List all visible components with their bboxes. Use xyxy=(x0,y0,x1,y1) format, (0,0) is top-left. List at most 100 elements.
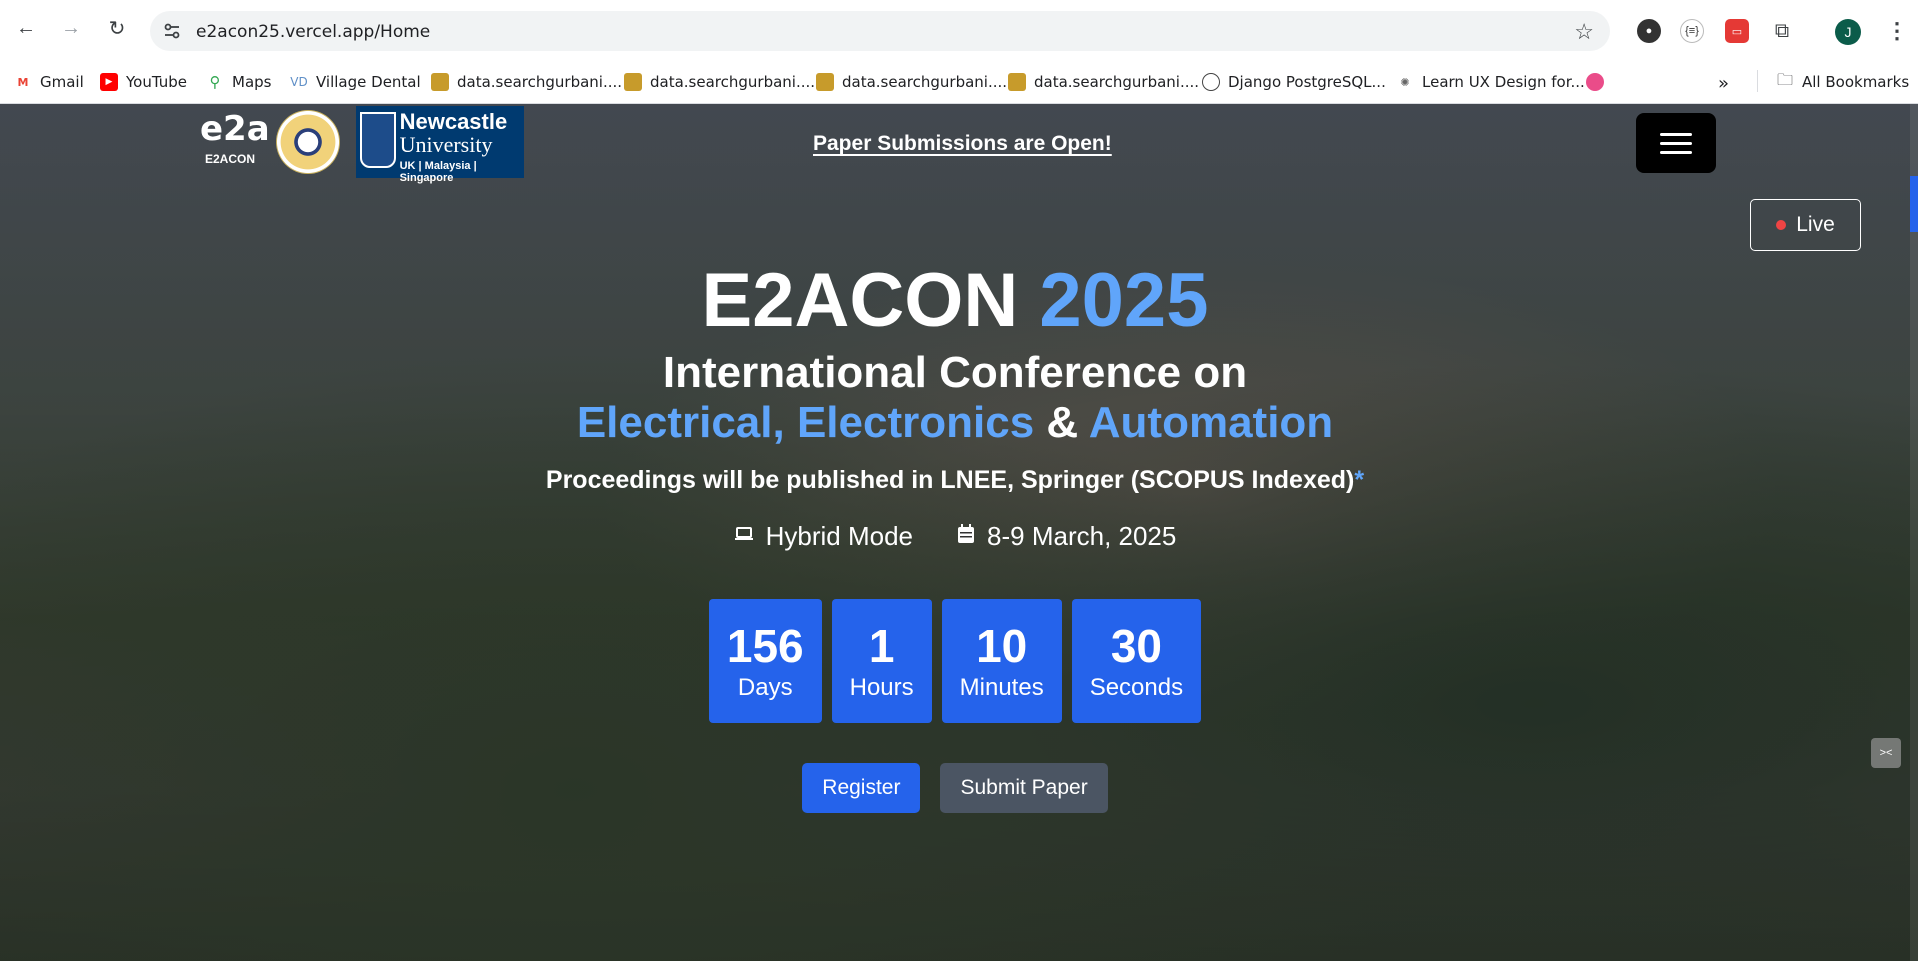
bookmark-django[interactable]: Django PostgreSQL... xyxy=(1202,73,1386,91)
menu-bar-icon xyxy=(1660,132,1692,136)
bookmark-star-icon[interactable]: ☆ xyxy=(1574,19,1594,45)
bookmark-label: data.searchgurbani.... xyxy=(1034,73,1200,91)
bookmark-dribbble[interactable] xyxy=(1586,73,1604,91)
bookmark-label: Village Dental xyxy=(316,73,421,91)
countdown-seconds-label: Seconds xyxy=(1089,674,1184,701)
folder-image-icon xyxy=(431,73,449,91)
floating-widget-icon[interactable]: >< xyxy=(1871,738,1901,768)
countdown-hours-label: Hours xyxy=(849,674,914,701)
e2acon-logo[interactable]: e2a E2ACON xyxy=(200,106,270,178)
forward-icon[interactable]: → xyxy=(59,16,83,40)
folder-image-icon xyxy=(816,73,834,91)
bookmark-searchgurbani-1[interactable]: data.searchgurbani.... xyxy=(431,73,622,91)
subtitle-ampersand: & xyxy=(1046,398,1079,447)
laptop-icon xyxy=(734,526,754,547)
hero-section: E2ACON 2025 International Conference on … xyxy=(0,256,1910,552)
institute-seal-logo xyxy=(276,110,340,174)
bookmark-label: data.searchgurbani.... xyxy=(650,73,816,91)
bookmark-label: Gmail xyxy=(40,73,84,91)
page-title: E2ACON 2025 xyxy=(0,256,1910,346)
bookmark-youtube[interactable]: ▶ YouTube xyxy=(100,73,187,91)
proceedings-note: Proceedings will be published in LNEE, S… xyxy=(0,466,1910,495)
bookmark-searchgurbani-4[interactable]: data.searchgurbani.... xyxy=(1008,73,1199,91)
menu-bar-icon xyxy=(1660,150,1692,154)
proceedings-text: Proceedings will be published in LNEE, S… xyxy=(545,466,1355,494)
ux-icon: ✺ xyxy=(1400,75,1410,89)
back-icon[interactable]: ← xyxy=(14,16,38,40)
calendar-icon xyxy=(957,524,975,549)
bookmark-label: Django PostgreSQL... xyxy=(1228,73,1386,91)
countdown-seconds: 30 Seconds xyxy=(1071,599,1202,723)
bookmarks-bar: M Gmail ▶ YouTube ⚲ Maps VD Village Dent… xyxy=(0,62,1918,104)
countdown-seconds-value: 30 xyxy=(1110,620,1162,672)
all-bookmarks-folder[interactable]: 🗀 All Bookmarks xyxy=(1776,69,1909,92)
hamburger-menu-button[interactable] xyxy=(1636,113,1716,173)
newcastle-locations: UK | Malaysia | Singapore xyxy=(399,160,477,184)
vd-icon: VD xyxy=(290,75,308,89)
title-main: E2ACON xyxy=(701,258,1019,343)
countdown-minutes-label: Minutes xyxy=(959,674,1044,701)
bookmark-label: Maps xyxy=(232,73,272,91)
countdown-minutes: 10 Minutes xyxy=(941,599,1062,723)
site-info-icon[interactable] xyxy=(162,21,182,41)
countdown-days: 156 Days xyxy=(708,599,822,723)
countdown-minutes-value: 10 xyxy=(976,620,1028,672)
proceedings-asterisk: * xyxy=(1354,466,1365,494)
newcastle-name: Newcastle xyxy=(399,109,508,134)
countdown-timer: 156 Days 1 Hours 10 Minutes 30 Seconds xyxy=(0,599,1910,723)
bookmark-searchgurbani-3[interactable]: data.searchgurbani.... xyxy=(816,73,1007,91)
date-text: 8-9 March, 2025 xyxy=(987,521,1177,551)
paper-submissions-link[interactable]: Paper Submissions are Open! xyxy=(813,132,1112,156)
folder-icon: 🗀 xyxy=(1776,69,1793,89)
live-dot-icon xyxy=(1776,220,1787,230)
page-scrollbar[interactable] xyxy=(1910,104,1918,961)
folder-image-icon xyxy=(624,73,642,91)
reload-icon[interactable]: ↻ xyxy=(105,16,129,40)
scrollbar-thumb[interactable] xyxy=(1910,176,1918,232)
maps-pin-icon: ⚲ xyxy=(209,73,221,91)
browser-menu-icon[interactable]: ⋮ xyxy=(1886,18,1908,44)
newcastle-university-logo: Newcastle University UK | Malaysia | Sin… xyxy=(356,106,524,184)
more-bookmarks-icon[interactable]: » xyxy=(1718,73,1729,94)
title-year: 2025 xyxy=(1039,258,1209,343)
bookmark-learn-ux[interactable]: ✺ Learn UX Design for... xyxy=(1396,73,1585,91)
dribbble-icon xyxy=(1586,73,1604,91)
bookmark-village-dental[interactable]: VD Village Dental xyxy=(290,73,421,91)
gmail-icon: M xyxy=(17,75,29,89)
conference-subtitle: International Conference on Electrical, … xyxy=(0,348,1910,448)
bookmark-maps[interactable]: ⚲ Maps xyxy=(206,73,272,91)
register-button[interactable]: Register xyxy=(802,763,921,813)
django-icon xyxy=(1202,73,1220,91)
newcastle-university-word: University xyxy=(399,132,493,157)
extension-json-icon[interactable]: {≡} xyxy=(1680,19,1704,43)
subtitle-electronics: Electronics xyxy=(796,398,1035,447)
newcastle-crest-icon xyxy=(360,112,396,168)
browser-toolbar: ← → ↻ e2acon25.vercel.app/Home ☆ ● {≡} ▭… xyxy=(0,0,1918,62)
bookmark-label: data.searchgurbani.... xyxy=(457,73,623,91)
subtitle-line2: Electrical, Electronics & Automation xyxy=(0,398,1910,448)
subtitle-electrical: Electrical, xyxy=(576,398,785,447)
live-button[interactable]: Live xyxy=(1750,199,1861,251)
profile-avatar[interactable]: J xyxy=(1835,19,1861,45)
countdown-days-value: 156 xyxy=(726,620,804,672)
menu-bar-icon xyxy=(1660,141,1692,145)
submit-paper-button[interactable]: Submit Paper xyxy=(940,763,1108,813)
mode-text: Hybrid Mode xyxy=(765,521,914,551)
extensions-puzzle-icon[interactable]: ⧉ xyxy=(1770,19,1794,43)
bookmark-searchgurbani-2[interactable]: data.searchgurbani.... xyxy=(624,73,815,91)
extension-red-icon[interactable]: ▭ xyxy=(1725,19,1749,43)
countdown-hours: 1 Hours xyxy=(831,599,932,723)
extension-css-icon[interactable]: ● xyxy=(1637,19,1661,43)
address-bar[interactable]: e2acon25.vercel.app/Home ☆ xyxy=(150,11,1610,51)
bookmark-gmail[interactable]: M Gmail xyxy=(14,73,84,91)
subtitle-line1: International Conference on xyxy=(662,348,1248,397)
date-item: 8-9 March, 2025 xyxy=(957,521,1176,552)
folder-image-icon xyxy=(1008,73,1026,91)
url-text: e2acon25.vercel.app/Home xyxy=(196,22,431,42)
e2acon-logo-mark: e2a xyxy=(200,109,270,149)
subtitle-automation: Automation xyxy=(1088,398,1334,447)
bookmark-label: Learn UX Design for... xyxy=(1422,73,1585,91)
event-meta: Hybrid Mode 8-9 March, 2025 xyxy=(0,521,1910,552)
live-label: Live xyxy=(1796,213,1835,236)
bookmarks-separator xyxy=(1757,70,1758,92)
